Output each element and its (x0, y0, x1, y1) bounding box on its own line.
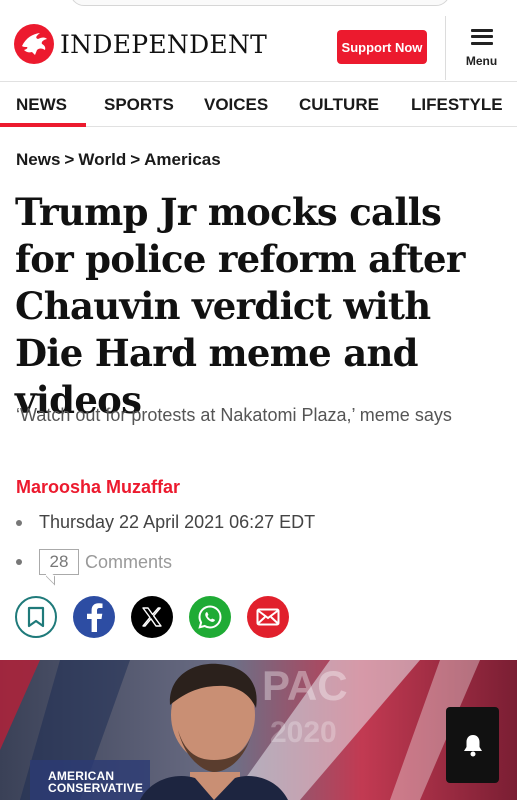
bullet-icon (16, 559, 22, 565)
hero-caption-line2: CONSERVATIVE (48, 781, 144, 795)
email-icon (256, 608, 280, 626)
svg-text:PAC: PAC (262, 662, 348, 709)
breadcrumb-separator: > (130, 150, 141, 169)
email-share-button[interactable] (247, 596, 289, 638)
menu-label: Menu (465, 53, 498, 68)
facebook-share-button[interactable] (73, 596, 115, 638)
article-headline: Trump Jr mocks calls for police reform a… (15, 190, 465, 422)
breadcrumb-americas[interactable]: Americas (144, 150, 221, 169)
whatsapp-icon (198, 605, 222, 629)
hero-image: PAC 2020 AMERICAN CONSERVATIVE (0, 660, 517, 800)
x-icon (142, 607, 162, 627)
hamburger-icon (470, 28, 493, 45)
nav-item-voices[interactable]: VOICES (204, 95, 268, 115)
publish-date: Thursday 22 April 2021 06:27 EDT (39, 512, 316, 532)
comments-link[interactable]: 28 Comments (16, 549, 172, 575)
bell-icon (463, 735, 482, 757)
hero-banner-text: AMERICAN CONSERVATIVE (48, 770, 143, 794)
notification-button[interactable] (446, 707, 499, 783)
bookmark-button[interactable] (15, 596, 57, 638)
nav-item-news[interactable]: NEWS (16, 95, 67, 115)
nav-active-indicator (0, 123, 86, 127)
article-standfirst: ‘Watch out for protests at Nakatomi Plaz… (16, 405, 452, 425)
menu-button[interactable]: Menu (446, 18, 517, 78)
comments-label: Comments (85, 551, 173, 572)
comment-count: 28 (49, 552, 69, 571)
breadcrumb-world[interactable]: World (78, 150, 126, 169)
breadcrumb: News > World > Americas (16, 150, 221, 170)
nav-item-lifestyle[interactable]: LIFESTYLE (411, 95, 503, 115)
author-link[interactable]: Maroosha Muzaffar (16, 477, 180, 498)
x-share-button[interactable] (131, 596, 173, 638)
bookmark-icon (27, 606, 45, 628)
eagle-logo-icon (14, 24, 54, 64)
bullet-icon (16, 519, 22, 526)
masthead: INDEPENDENT Support Now Menu (0, 0, 517, 82)
whatsapp-share-button[interactable] (189, 596, 231, 638)
section-nav: NEWS SPORTS VOICES CULTURE LIFESTYLE (0, 83, 517, 127)
brand-name: INDEPENDENT (60, 29, 268, 59)
share-bar (15, 596, 305, 638)
comment-bubble-icon: 28 (39, 549, 79, 575)
independent-logo[interactable]: INDEPENDENT (14, 24, 267, 64)
nav-item-culture[interactable]: CULTURE (299, 95, 379, 115)
support-now-button[interactable]: Support Now (337, 30, 427, 64)
breadcrumb-separator: > (64, 150, 75, 169)
facebook-icon (87, 603, 103, 632)
svg-text:2020: 2020 (270, 716, 337, 749)
nav-item-sports[interactable]: SPORTS (104, 95, 174, 115)
date-row: Thursday 22 April 2021 06:27 EDT (16, 512, 315, 533)
breadcrumb-news[interactable]: News (16, 150, 60, 169)
